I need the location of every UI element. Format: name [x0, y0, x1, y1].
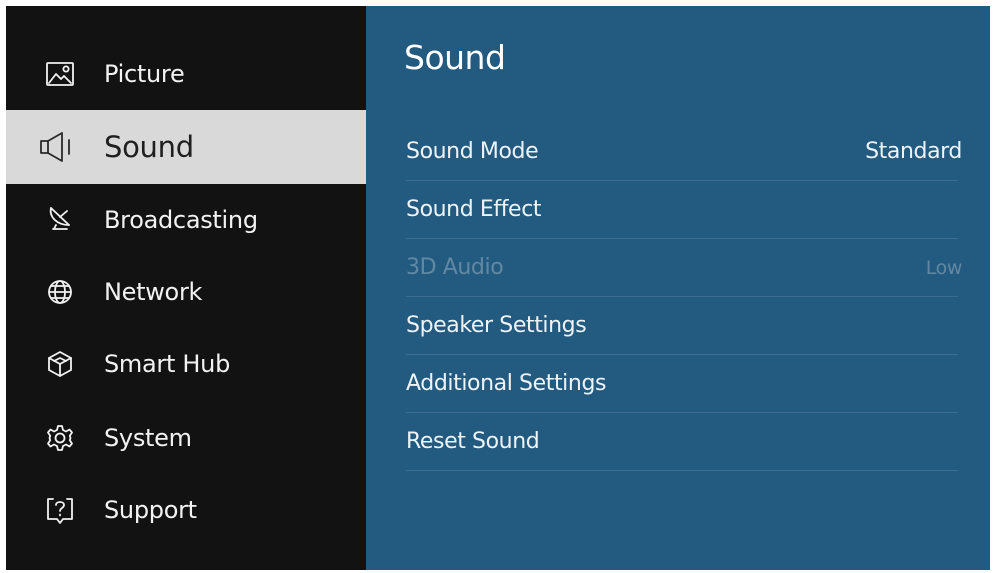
sidebar-item-label: Network [104, 278, 203, 306]
globe-icon [42, 274, 78, 310]
sidebar-item-smart-hub[interactable]: Smart Hub [6, 328, 366, 400]
sidebar-item-label: Broadcasting [104, 206, 258, 234]
menu-item-label: Sound Effect [406, 197, 542, 222]
menu-item-speaker-settings[interactable]: Speaker Settings [406, 297, 958, 355]
sidebar-item-system[interactable]: System [6, 402, 366, 474]
menu-item-value: Low [925, 256, 963, 279]
menu-item-label: Reset Sound [406, 429, 540, 454]
menu-item-sound-effect[interactable]: Sound Effect [406, 181, 958, 239]
sidebar-item-label: Support [104, 496, 197, 524]
menu-item-label: 3D Audio [406, 255, 504, 280]
sidebar-item-label: System [104, 424, 192, 452]
satellite-dish-icon [42, 202, 78, 238]
sound-settings-panel: Sound Sound Mode Standard Sound Effect 3… [366, 6, 990, 570]
gear-icon [42, 420, 78, 456]
menu-item-label: Additional Settings [406, 371, 607, 396]
picture-icon [42, 56, 78, 92]
settings-sidebar: Picture Sound Broadcasting Network Smart… [6, 6, 366, 570]
menu-item-label: Sound Mode [406, 139, 539, 164]
menu-item-sound-mode[interactable]: Sound Mode Standard [406, 123, 962, 181]
sidebar-item-label: Picture [104, 60, 185, 88]
menu-item-label: Speaker Settings [406, 313, 587, 338]
sidebar-item-sound[interactable]: Sound [6, 110, 366, 184]
menu-item-additional-settings[interactable]: Additional Settings [406, 355, 958, 413]
tv-settings-window: Picture Sound Broadcasting Network Smart… [6, 6, 990, 570]
help-bubble-icon [42, 492, 78, 528]
menu-item-3d-audio: 3D Audio Low [406, 239, 962, 297]
sidebar-item-broadcasting[interactable]: Broadcasting [6, 184, 366, 256]
sidebar-item-network[interactable]: Network [6, 256, 366, 328]
sidebar-item-label: Smart Hub [104, 350, 231, 378]
sidebar-item-support[interactable]: Support [6, 474, 366, 546]
sidebar-item-label: Sound [104, 130, 194, 164]
page-title: Sound [404, 38, 506, 77]
sidebar-item-picture[interactable]: Picture [6, 38, 366, 110]
menu-item-value: Standard [865, 139, 962, 164]
menu-item-reset-sound[interactable]: Reset Sound [406, 413, 958, 471]
cube-icon [42, 346, 78, 382]
speaker-icon [38, 129, 102, 165]
